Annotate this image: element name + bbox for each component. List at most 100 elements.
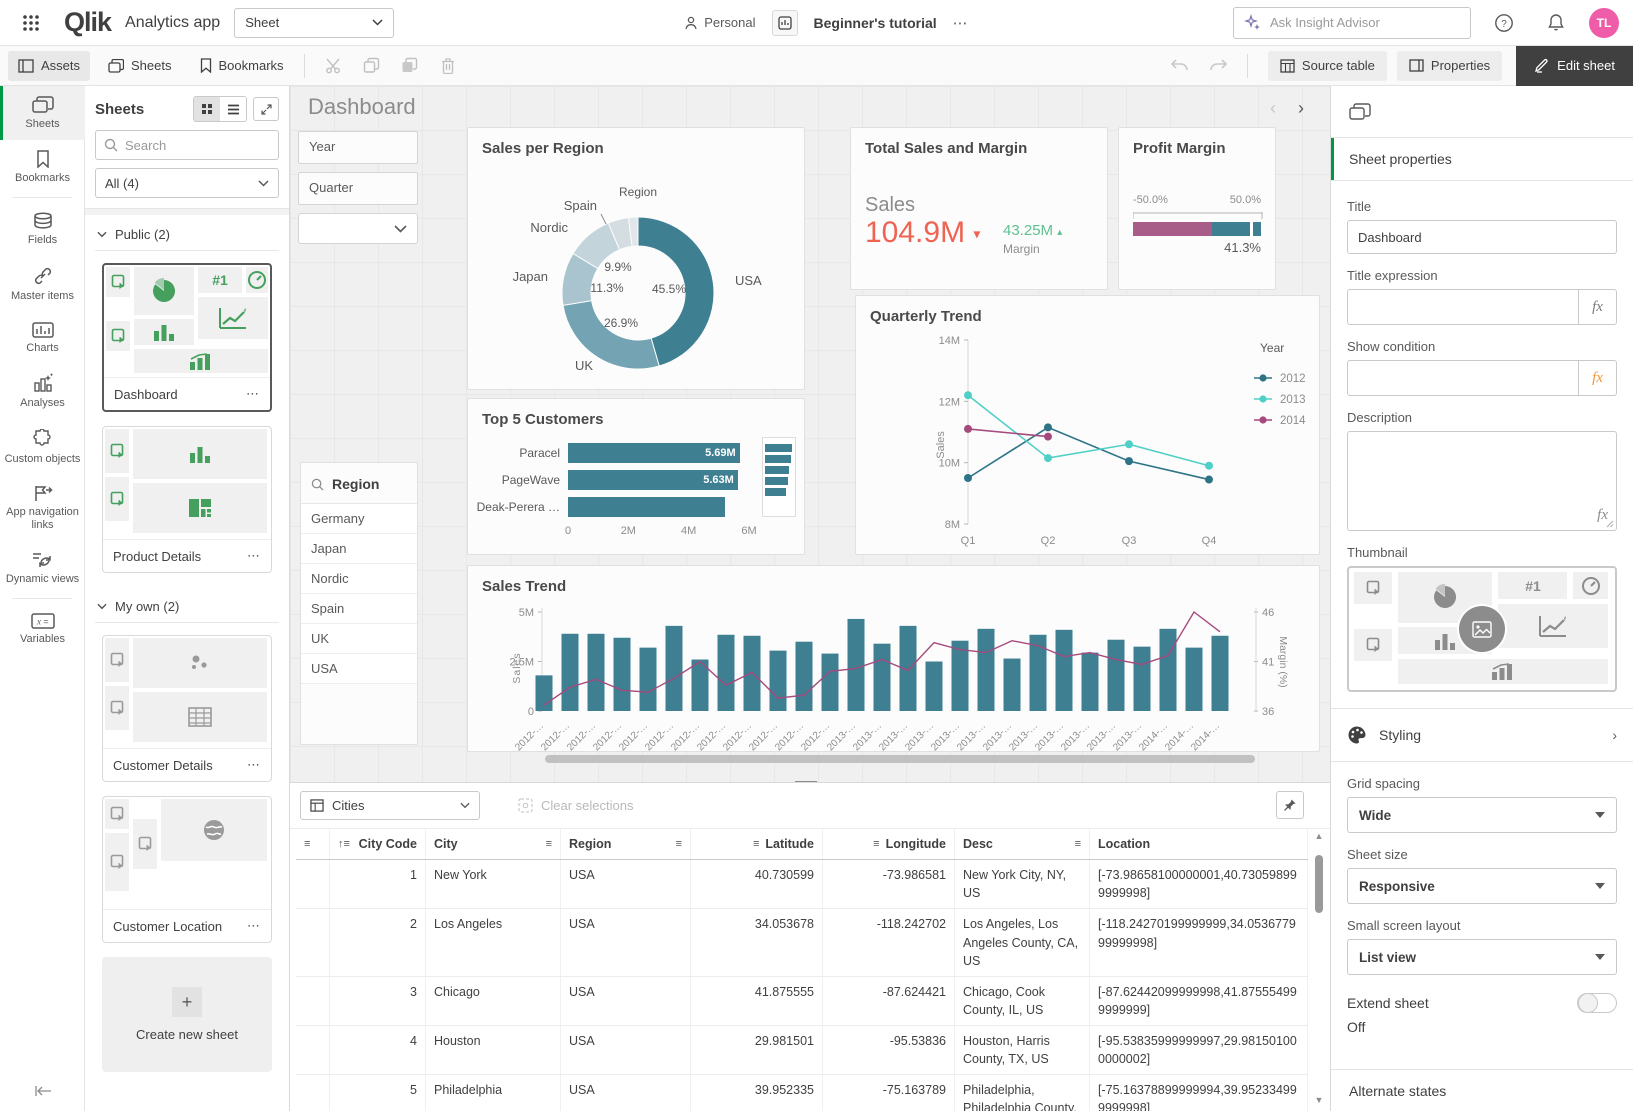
region-item-usa[interactable]: USA xyxy=(301,654,417,684)
region-item-spain[interactable]: Spain xyxy=(301,594,417,624)
bar[interactable] xyxy=(952,641,969,711)
table-cell[interactable]: [-118.24270199999999,34.053677999999998] xyxy=(1090,909,1308,975)
title-input[interactable]: Dashboard xyxy=(1347,220,1617,254)
bar[interactable] xyxy=(978,629,995,711)
bar[interactable] xyxy=(926,662,943,712)
scroll-up-icon[interactable]: ▲ xyxy=(1314,831,1324,841)
table-cell[interactable]: Philadelphia, Philadelphia County, PA, xyxy=(955,1075,1090,1111)
bar[interactable] xyxy=(1108,640,1125,711)
insight-advisor-input[interactable]: Ask Insight Advisor xyxy=(1233,7,1471,39)
table-cell[interactable]: 40.730599 xyxy=(691,860,823,908)
quarterly-trend-chart[interactable]: Quarterly Trend 8M10M12M14MQ1Q2Q3Q4Sales… xyxy=(855,295,1320,555)
create-new-sheet-button[interactable]: +Create new sheet xyxy=(102,957,272,1072)
sheet-more-button[interactable]: ⋯ xyxy=(247,548,261,564)
column-menu-icon[interactable]: ≡ xyxy=(1075,839,1081,850)
bar[interactable] xyxy=(744,636,761,711)
sheet-card-dashboard[interactable]: #1Dashboard⋯ xyxy=(102,263,272,412)
data-point[interactable] xyxy=(964,425,972,433)
table-scrollbar[interactable]: ▲ ▼ xyxy=(1312,829,1326,1107)
column-menu-icon[interactable]: ≡ xyxy=(676,839,682,850)
data-point[interactable] xyxy=(1044,423,1052,431)
sheet-more-button[interactable]: ⋯ xyxy=(247,757,261,773)
undo-icon[interactable] xyxy=(1167,53,1193,79)
chart-minimap[interactable] xyxy=(762,437,796,517)
column-header-city-code[interactable]: ↑≡City Code xyxy=(330,829,426,859)
bar[interactable] xyxy=(718,635,735,711)
bar[interactable] xyxy=(874,644,891,711)
data-point[interactable] xyxy=(1205,476,1213,484)
cut-icon[interactable] xyxy=(321,53,347,79)
data-point[interactable] xyxy=(1044,454,1052,462)
horizontal-scrollbar[interactable] xyxy=(545,755,1255,763)
table-cell[interactable] xyxy=(296,860,330,908)
table-cell[interactable]: -118.242702 xyxy=(823,909,955,975)
cities-dropdown[interactable]: Cities xyxy=(300,791,480,820)
notifications-bell-icon[interactable] xyxy=(1543,10,1569,36)
rail-item-app-navigation-links[interactable]: App navigation links xyxy=(0,474,85,540)
table-cell[interactable]: [-87.62442099999998,41.875554999999999] xyxy=(1090,977,1308,1025)
table-cell[interactable]: [-73.98658100000001,40.730598999999998] xyxy=(1090,860,1308,908)
data-point[interactable] xyxy=(964,474,972,482)
table-cell[interactable]: [-75.16378899999994,39.952334999999998] xyxy=(1090,1075,1308,1111)
sheet-card-customer-details[interactable]: Customer Details⋯ xyxy=(102,635,272,782)
properties-button[interactable]: Properties xyxy=(1397,51,1502,81)
table-row[interactable]: 2Los AngelesUSA34.053678-118.242702Los A… xyxy=(296,909,1308,976)
rail-item-master-items[interactable]: Master items xyxy=(0,256,85,312)
top5-customers-chart[interactable]: Top 5 Customers Paracel5.69MPageWave5.63… xyxy=(467,398,805,555)
bar[interactable] xyxy=(1004,659,1021,711)
bar[interactable] xyxy=(1082,653,1099,711)
table-cell[interactable]: Houston, Harris County, TX, US xyxy=(955,1026,1090,1074)
app-name[interactable]: Beginner's tutorial xyxy=(814,15,937,31)
more-menu[interactable]: ⋯ xyxy=(953,14,970,32)
column-menu-icon[interactable]: ≡ xyxy=(753,839,759,850)
sheet-more-button[interactable]: ⋯ xyxy=(246,386,260,402)
bar[interactable] xyxy=(1134,647,1151,711)
table-cell[interactable]: Chicago, Cook County, IL, US xyxy=(955,977,1090,1025)
table-cell[interactable]: USA xyxy=(561,860,691,908)
sales-trend-chart[interactable]: Sales Trend 02.5M5M364146SalesMargin (%)… xyxy=(467,565,1320,752)
bar[interactable] xyxy=(536,675,553,711)
profit-margin-gauge[interactable]: Profit Margin -50.0% 50.0% 41.3% xyxy=(1118,127,1276,290)
month-filter-dropdown[interactable] xyxy=(298,213,418,244)
column-header-longitude[interactable]: ≡Longitude xyxy=(823,829,955,859)
data-point[interactable] xyxy=(1205,462,1213,470)
bar[interactable] xyxy=(848,619,865,711)
change-thumbnail-button[interactable] xyxy=(1459,606,1505,652)
column-menu-icon[interactable]: ≡ xyxy=(304,839,310,850)
redo-icon[interactable] xyxy=(1205,53,1231,79)
bar[interactable] xyxy=(666,626,683,711)
table-cell[interactable]: 5 xyxy=(330,1075,426,1111)
table-row[interactable]: 1New YorkUSA40.730599-73.986581New York … xyxy=(296,860,1308,909)
sheet-size-dropdown[interactable]: Responsive xyxy=(1347,868,1617,904)
table-cell[interactable]: Los Angeles, Los Angeles County, CA, US xyxy=(955,909,1090,975)
table-cell[interactable]: New York xyxy=(426,860,561,908)
column-menu-icon[interactable]: ≡ xyxy=(873,839,879,850)
help-icon[interactable]: ? xyxy=(1491,10,1517,36)
table-cell[interactable] xyxy=(296,909,330,975)
table-cell[interactable]: -75.163789 xyxy=(823,1075,955,1111)
table-row[interactable]: 3ChicagoUSA41.875555-87.624421Chicago, C… xyxy=(296,977,1308,1026)
rail-item-fields[interactable]: Fields xyxy=(0,202,85,256)
sheets-filter-dropdown[interactable]: All (4) xyxy=(95,168,279,198)
user-avatar[interactable]: TL xyxy=(1589,8,1619,38)
delete-icon[interactable] xyxy=(435,53,461,79)
region-item-nordic[interactable]: Nordic xyxy=(301,564,417,594)
bar[interactable] xyxy=(562,634,579,711)
clear-selections-button[interactable]: Clear selections xyxy=(508,791,644,820)
column-header-location[interactable]: Location xyxy=(1090,829,1308,859)
table-cell[interactable]: USA xyxy=(561,1026,691,1074)
table-cell[interactable]: USA xyxy=(561,909,691,975)
fx-button[interactable]: fx xyxy=(1578,290,1616,324)
bar[interactable] xyxy=(796,642,813,711)
copy-icon[interactable] xyxy=(359,53,385,79)
title-expression-input[interactable]: fx xyxy=(1347,289,1617,325)
bar[interactable] xyxy=(822,654,839,711)
bar[interactable] xyxy=(588,634,605,711)
source-table-button[interactable]: Source table xyxy=(1268,51,1387,81)
bookmarks-button[interactable]: Bookmarks xyxy=(190,51,294,81)
thumbnail-preview[interactable]: #1 xyxy=(1347,566,1617,692)
table-cell[interactable]: New York City, NY, US xyxy=(955,860,1090,908)
region-item-uk[interactable]: UK xyxy=(301,624,417,654)
table-cell[interactable]: [-95.53835999999997,29.981501000000002] xyxy=(1090,1026,1308,1074)
grid-spacing-dropdown[interactable]: Wide xyxy=(1347,797,1617,833)
